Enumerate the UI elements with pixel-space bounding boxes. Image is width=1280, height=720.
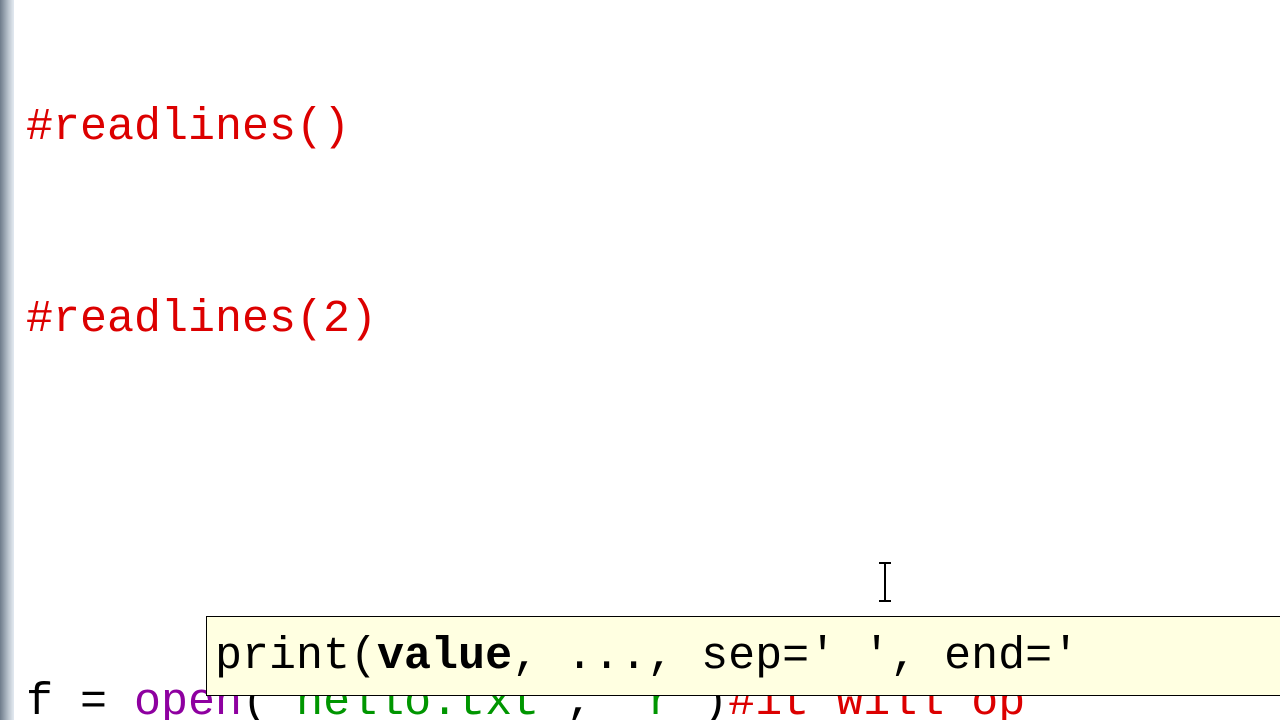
variable: f [26,677,80,720]
code-line-blank[interactable] [26,479,1280,543]
editor-left-gutter [0,0,14,720]
comment-text: #readlines() [26,102,350,153]
mouse-text-cursor-icon [884,562,886,602]
calltip-fn: print [215,631,350,682]
operator: = [80,677,134,720]
comment-text: #readlines(2) [26,294,377,345]
calltip-tooltip: print(value, ..., sep=' ', end=' [206,616,1280,696]
code-line[interactable]: #readlines(2) [26,288,1280,352]
calltip-punct: ( [350,631,377,682]
code-line[interactable]: #readlines() [26,96,1280,160]
calltip-active-param: value [377,631,512,682]
code-editor[interactable]: #readlines() #readlines(2) f = open("hel… [0,0,1280,720]
calltip-rest: , ..., sep=' ', end=' [512,631,1079,682]
